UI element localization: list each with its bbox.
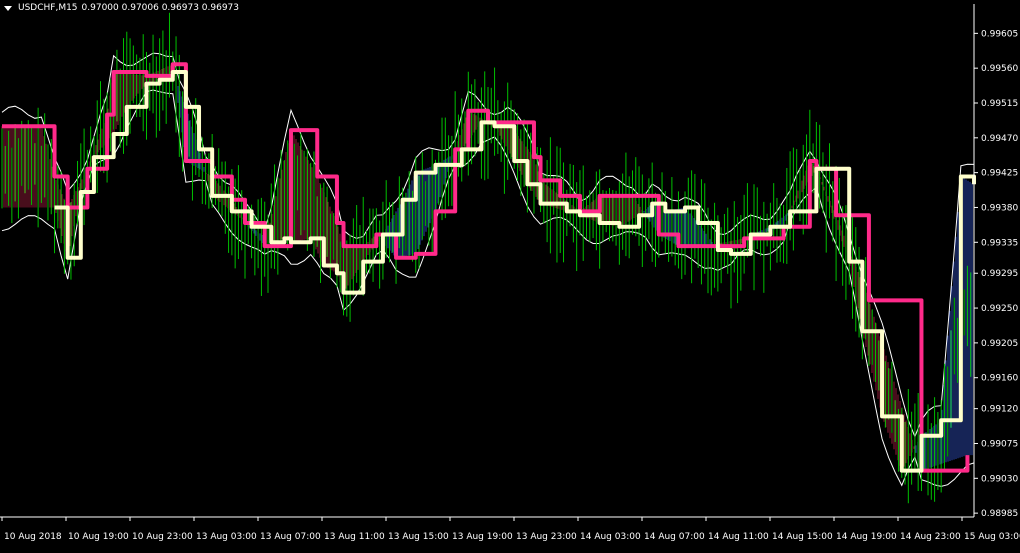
chart-root[interactable]: 0.99605 0.99560 0.99515 0.99470 0.99425 0.993…: [0, 0, 1020, 549]
dropdown-triangle-icon[interactable]: [4, 5, 12, 11]
y-tick-label: 0.99075: [981, 439, 1018, 449]
y-tick-label: 0.99380: [981, 203, 1018, 213]
x-tick-label: 13 Aug 03:00: [196, 532, 257, 542]
x-tick-label: 13 Aug 19:00: [452, 532, 513, 542]
y-tick-label: 0.99425: [981, 169, 1018, 179]
x-tick-label: 15 Aug 03:00: [964, 532, 1020, 542]
symbol-timeframe: USDCHF,M15: [18, 3, 78, 13]
y-tick-label: 0.99250: [981, 304, 1018, 314]
y-tick-label: 0.99160: [981, 374, 1018, 384]
ohlc-readout: 0.97000 0.97006 0.96973 0.96973: [81, 3, 239, 13]
chart-title-bar[interactable]: USDCHF,M15 0.97000 0.97006 0.96973 0.969…: [4, 3, 239, 13]
x-tick-label: 10 Aug 23:00: [132, 532, 193, 542]
x-tick-label: 13 Aug 07:00: [260, 532, 321, 542]
x-tick-label: 14 Aug 23:00: [900, 532, 961, 542]
x-tick-label: 13 Aug 15:00: [388, 532, 449, 542]
x-tick-label: 10 Aug 2018: [4, 532, 62, 542]
y-tick-label: 0.99605: [981, 29, 1018, 39]
y-tick-label: 0.99030: [981, 474, 1018, 484]
y-tick-label: 0.99295: [981, 269, 1018, 279]
y-tick-label: 0.99560: [981, 64, 1018, 74]
y-tick-label: 0.99205: [981, 339, 1018, 349]
x-tick-label: 13 Aug 11:00: [324, 532, 385, 542]
x-tick-label: 13 Aug 23:00: [516, 532, 577, 542]
y-tick-label: 0.99515: [981, 99, 1018, 109]
chart-svg[interactable]: 0.99605 0.99560 0.99515 0.99470 0.99425 0.993…: [0, 0, 1020, 549]
y-tick-label: 0.99120: [981, 405, 1018, 415]
y-tick-label: 0.98985: [981, 509, 1018, 519]
y-tick-label: 0.99335: [981, 238, 1018, 248]
x-tick-label: 14 Aug 07:00: [644, 532, 705, 542]
x-tick-label: 14 Aug 03:00: [580, 532, 641, 542]
x-tick-label: 14 Aug 15:00: [772, 532, 833, 542]
y-tick-label: 0.99470: [981, 134, 1018, 144]
x-tick-label: 14 Aug 11:00: [708, 532, 769, 542]
x-tick-label: 14 Aug 19:00: [836, 532, 897, 542]
x-tick-label: 10 Aug 19:00: [68, 532, 129, 542]
